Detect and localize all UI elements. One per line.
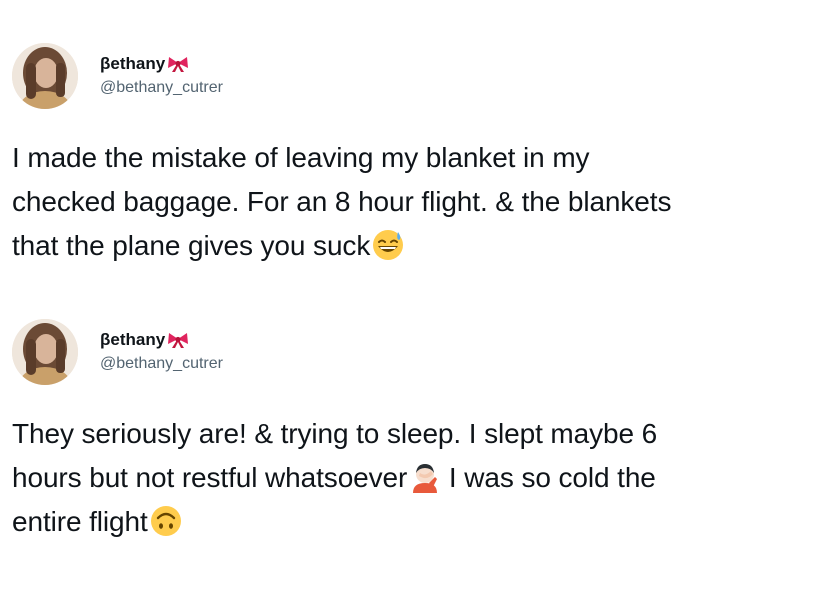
display-name-text[interactable]: βethany [100, 53, 165, 75]
tweet-line: that the plane gives you suck [12, 224, 827, 268]
tweet-line: checked baggage. For an 8 hour flight. &… [12, 186, 672, 217]
tweet-text: They seriously are! & trying to sleep. I… [12, 412, 827, 544]
tweet-line: They seriously are! & trying to sleep. I… [12, 418, 658, 449]
person-facepalming-icon [409, 461, 441, 493]
tweet-line: hours but not restful whatsoever I was s… [12, 456, 827, 500]
tweet-header: βethany @bethany_cutrer [12, 316, 827, 388]
avatar[interactable] [12, 319, 78, 385]
tweet-line: I made the mistake of leaving my blanket… [12, 142, 590, 173]
avatar[interactable] [12, 43, 78, 109]
display-name[interactable]: βethany [100, 329, 223, 351]
display-name-text[interactable]: βethany [100, 329, 165, 351]
red-bow-icon [167, 331, 189, 349]
tweet-header: βethany @bethany_cutrer [12, 40, 827, 112]
grinning-sweat-face-icon [372, 229, 404, 261]
display-name[interactable]: βethany [100, 53, 223, 75]
tweet-line-text: I was so cold the [441, 462, 656, 493]
author-block: βethany @bethany_cutrer [100, 53, 223, 99]
red-bow-icon [167, 55, 189, 73]
user-handle[interactable]: @bethany_cutrer [100, 353, 223, 375]
tweet: βethany @bethany_cutrer I made the mista… [12, 40, 827, 268]
tweet-line-text: entire flight [12, 506, 148, 537]
tweet-line: entire flight [12, 500, 827, 544]
tweet-line-text: hours but not restful whatsoever [12, 462, 408, 493]
upside-down-face-icon [150, 505, 182, 537]
user-handle[interactable]: @bethany_cutrer [100, 77, 223, 99]
tweet-text: I made the mistake of leaving my blanket… [12, 136, 827, 268]
tweet-line-text: that the plane gives you suck [12, 230, 371, 261]
tweet: βethany @bethany_cutrer They seriously a… [12, 316, 827, 544]
author-block: βethany @bethany_cutrer [100, 329, 223, 375]
